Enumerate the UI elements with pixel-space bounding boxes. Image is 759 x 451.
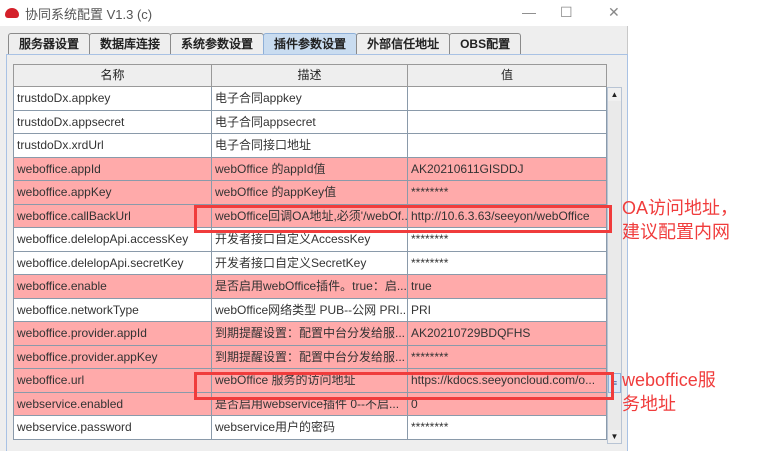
cell-value[interactable] [408,110,607,134]
annotation-oa-address: OA访问地址， 建议配置内网 [622,196,738,244]
cell-value[interactable] [408,134,607,158]
maximize-button[interactable]: ☐ [560,4,573,21]
table-row[interactable]: weboffice.provider.appId 到期提醒设置：配置中台分发给服.… [13,322,607,346]
tab-plugin-params[interactable]: 插件参数设置 [263,33,358,54]
cell-name[interactable]: trustdoDx.xrdUrl [13,134,212,158]
cell-description[interactable]: 电子合同appsecret [212,110,408,134]
tab-trusted-addresses[interactable]: 外部信任地址 [356,33,451,54]
tab-server-settings[interactable]: 服务器设置 [8,33,91,54]
cell-description[interactable]: webservice用户的密码 [212,416,408,440]
cell-name[interactable]: webservice.enabled [13,392,212,416]
table-header: 名称 描述 值 [13,64,607,87]
annotation-line: OA访问地址， [622,198,739,218]
cell-name[interactable]: webservice.password [13,416,212,440]
cell-name[interactable]: weboffice.provider.appKey [13,345,212,369]
annotation-line: weboffice服 [622,370,716,390]
cell-value[interactable]: ******** [408,345,607,369]
cell-description[interactable]: 到期提醒设置：配置中台分发给服... [212,322,408,346]
tab-bar: 服务器设置 数据库连接 系统参数设置 插件参数设置 外部信任地址 OBS配置 [8,33,522,54]
annotation-weboffice-url: weboffice服 务地址 [622,368,716,416]
cell-name[interactable]: weboffice.callBackUrl [13,204,212,228]
cell-description[interactable]: 到期提醒设置：配置中台分发给服... [212,345,408,369]
cell-name[interactable]: weboffice.delelopApi.secretKey [13,251,212,275]
table-row[interactable]: weboffice.networkType webOffice网络类型 PUB--… [13,298,607,322]
tab-obs-config[interactable]: OBS配置 [449,33,522,54]
cell-name[interactable]: weboffice.networkType [13,298,212,322]
cell-value[interactable]: ******** [408,251,607,275]
highlight-box-url [194,372,614,400]
cell-name[interactable]: weboffice.url [13,369,212,393]
cell-description[interactable]: webOffice网络类型 PUB--公网 PRI... [212,298,408,322]
column-header-value[interactable]: 值 [408,64,607,87]
highlight-box-callback [194,205,612,233]
cell-value[interactable]: PRI [408,298,607,322]
cell-value[interactable]: ******** [408,181,607,205]
table-row[interactable]: weboffice.appKey webOffice 的appKey值 ******… [13,181,607,205]
table-row[interactable]: trustdoDx.appkey 电子合同appkey [13,87,607,111]
window-title: 协同系统配置 V1.3 (c) [25,6,153,22]
cell-description[interactable]: 是否启用webOffice插件。true：启... [212,275,408,299]
minimize-button[interactable]: — [522,4,536,20]
cell-value[interactable]: ******** [408,416,607,440]
app-logo-icon [5,8,19,18]
column-header-description[interactable]: 描述 [212,64,408,87]
scroll-up-icon[interactable]: ▲ [608,88,621,101]
table-row[interactable]: webservice.password webservice用户的密码 ******… [13,416,607,440]
annotation-line: 建议配置内网 [622,222,730,242]
column-header-name[interactable]: 名称 [13,64,212,87]
tab-database-connection[interactable]: 数据库连接 [89,33,172,54]
cell-description[interactable]: 电子合同appkey [212,87,408,111]
cell-value[interactable]: AK20210611GISDDJ [408,157,607,181]
cell-name[interactable]: trustdoDx.appkey [13,87,212,111]
table-row[interactable]: trustdoDx.xrdUrl 电子合同接口地址 [13,134,607,158]
cell-description[interactable]: webOffice 的appKey值 [212,181,408,205]
cell-value[interactable]: AK20210729BDQFHS [408,322,607,346]
cell-name[interactable]: weboffice.enable [13,275,212,299]
cell-description[interactable]: 电子合同接口地址 [212,134,408,158]
table-row[interactable]: weboffice.appId webOffice 的appId值 AK202106… [13,157,607,181]
title-bar: 协同系统配置 V1.3 (c) — ☐ ✕ [0,0,628,26]
tab-system-params[interactable]: 系统参数设置 [170,33,265,54]
cell-value[interactable] [408,87,607,111]
scroll-down-icon[interactable]: ▼ [608,430,621,443]
cell-name[interactable]: trustdoDx.appsecret [13,110,212,134]
cell-name[interactable]: weboffice.provider.appId [13,322,212,346]
cell-value[interactable]: true [408,275,607,299]
cell-description[interactable]: 开发者接口自定义SecretKey [212,251,408,275]
cell-name[interactable]: weboffice.delelopApi.accessKey [13,228,212,252]
table-row[interactable]: weboffice.enable 是否启用webOffice插件。true：启..… [13,275,607,299]
annotation-line: 务地址 [622,394,676,414]
cell-description[interactable]: webOffice 的appId值 [212,157,408,181]
cell-name[interactable]: weboffice.appKey [13,181,212,205]
cell-name[interactable]: weboffice.appId [13,157,212,181]
close-button[interactable]: ✕ [608,4,620,21]
table-row[interactable]: weboffice.delelopApi.secretKey 开发者接口自定义Se… [13,251,607,275]
table-row[interactable]: trustdoDx.appsecret 电子合同appsecret [13,110,607,134]
table-row[interactable]: weboffice.provider.appKey 到期提醒设置：配置中台分发给服… [13,345,607,369]
